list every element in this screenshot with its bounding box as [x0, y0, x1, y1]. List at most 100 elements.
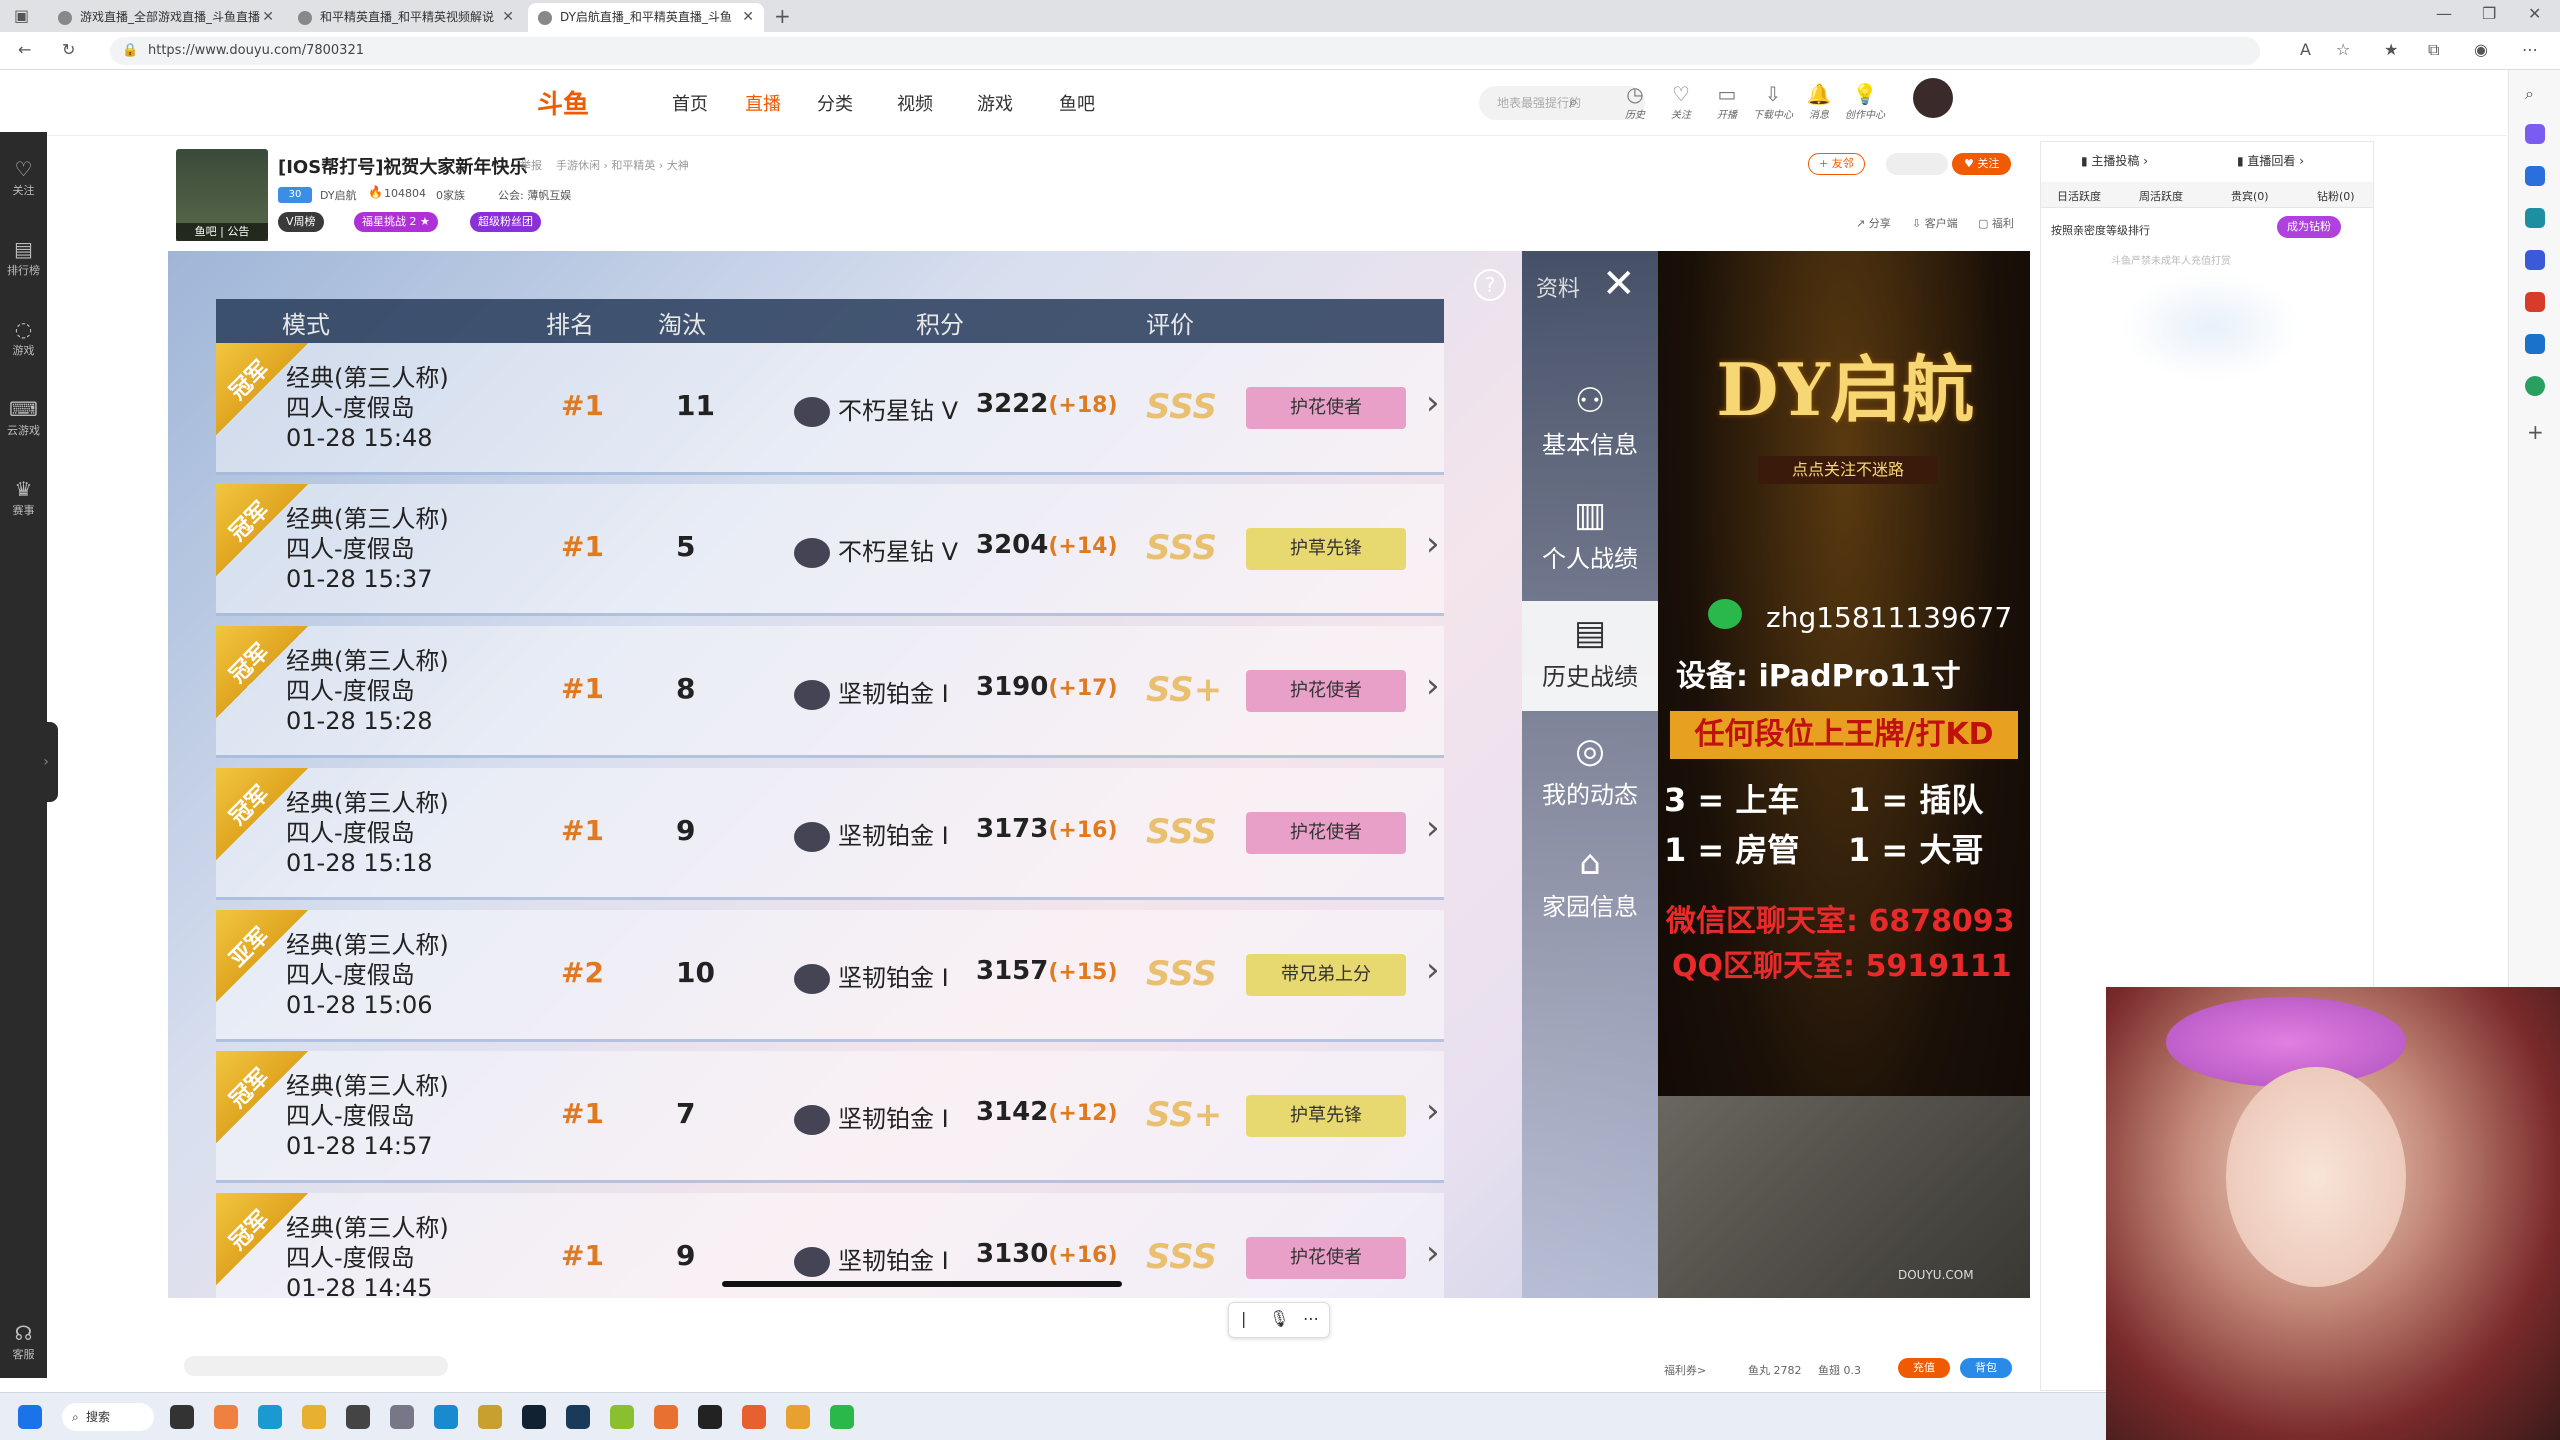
- nav-fishbar[interactable]: 鱼吧: [1059, 90, 1095, 116]
- app-icon[interactable]: [698, 1405, 722, 1429]
- close-tab-icon[interactable]: ✕: [502, 3, 514, 32]
- match-row[interactable]: 冠军 经典(第三人称) 四人-度假岛 01-28 15:28 #1 8 坚韧铂金 I 3190…: [216, 626, 1444, 758]
- thumb-label[interactable]: 公告: [227, 225, 249, 238]
- fan-club-tag[interactable]: 超级粉丝团: [470, 212, 541, 232]
- tab-vip[interactable]: 贵宾(0): [2231, 188, 2269, 204]
- start-icon[interactable]: [18, 1405, 42, 1429]
- messages-button[interactable]: 🔔 消息: [1799, 82, 1839, 121]
- app-icon[interactable]: [786, 1405, 810, 1429]
- friends-button[interactable]: + 友邻: [1808, 153, 1865, 175]
- side-history-active[interactable]: ▤ 历史战绩: [1522, 601, 1658, 711]
- refresh-icon[interactable]: ↻: [62, 40, 75, 59]
- close-tab-icon[interactable]: ✕: [742, 3, 754, 32]
- follow-button[interactable]: ♥ 关注: [1952, 153, 2012, 175]
- tab-diamond-fans[interactable]: 钻粉(0): [2317, 188, 2355, 204]
- rail-cloud-game[interactable]: ⌨ 云游戏: [0, 388, 47, 448]
- client-button[interactable]: ⇩ 客户端: [1912, 215, 1958, 231]
- url-input[interactable]: 🔒 https://www.douyu.com/7800321: [110, 37, 2260, 65]
- rail-support[interactable]: ☊ 客服: [0, 1312, 47, 1372]
- tree-icon[interactable]: [2525, 376, 2545, 396]
- benefit-link[interactable]: 福利券>: [1664, 1362, 1706, 1378]
- side-basic-info[interactable]: ⚇ 基本信息: [1522, 381, 1658, 460]
- maximize-icon[interactable]: ❐: [2482, 4, 2496, 23]
- rail-events[interactable]: ♛ 赛事: [0, 468, 47, 528]
- window-close-icon[interactable]: ✕: [2528, 4, 2541, 23]
- room-thumbnail[interactable]: 鱼吧 | 公告: [176, 149, 268, 241]
- creator-button[interactable]: 💡 创作中心: [1845, 82, 1885, 121]
- tab-actions-icon[interactable]: ▣: [14, 6, 29, 25]
- add-sidebar-icon[interactable]: +: [2527, 420, 2544, 444]
- app-icon[interactable]: [214, 1405, 238, 1429]
- nav-home[interactable]: 首页: [672, 90, 708, 116]
- streamer-posts-link[interactable]: ▮ 主播投稿 ›: [2081, 152, 2148, 169]
- download-button[interactable]: ⇩ 下载中心: [1753, 82, 1793, 121]
- new-tab-icon[interactable]: +: [774, 4, 791, 28]
- follow-header-button[interactable]: ♡ 关注: [1661, 82, 1701, 121]
- more-icon[interactable]: ⋯: [2522, 40, 2538, 59]
- chevron-right-icon[interactable]: ›: [1426, 1091, 1440, 1131]
- office-icon[interactable]: [2525, 292, 2545, 312]
- share-button[interactable]: ↗ 分享: [1856, 215, 1891, 231]
- match-row[interactable]: 冠军 经典(第三人称) 四人-度假岛 01-28 15:37 #1 5 不朽星钻 V 3204…: [216, 484, 1444, 616]
- challenge-tag[interactable]: 福星挑战 2 ★: [354, 212, 438, 232]
- chevron-right-icon[interactable]: ›: [1426, 950, 1440, 990]
- recharge-button[interactable]: 充值: [1898, 1358, 1950, 1378]
- rail-expand-handle[interactable]: ›: [34, 722, 58, 802]
- douyu-logo[interactable]: 斗鱼: [537, 84, 617, 124]
- browser-tab-active[interactable]: DY启航直播_和平精英直播_斗鱼 ✕: [528, 3, 764, 32]
- history-button[interactable]: ◷ 历史: [1615, 82, 1655, 121]
- rail-games[interactable]: ◌ 游戏: [0, 308, 47, 368]
- chevron-right-icon[interactable]: ›: [1426, 1233, 1440, 1273]
- tab-weekly[interactable]: 周活跃度: [2139, 188, 2183, 204]
- shopping-icon[interactable]: [2525, 166, 2545, 186]
- wechat-icon[interactable]: [830, 1405, 854, 1429]
- category-breadcrumb[interactable]: 手游休闲 › 和平精英 › 大神: [556, 157, 689, 173]
- browser-tab[interactable]: 游戏直播_全部游戏直播_斗鱼直播 ✕: [48, 3, 284, 32]
- task-view-icon[interactable]: [170, 1405, 194, 1429]
- nav-category[interactable]: 分类: [817, 90, 853, 116]
- profile-icon[interactable]: ◉: [2474, 40, 2488, 59]
- tab-daily[interactable]: 日活跃度: [2057, 188, 2101, 204]
- app-icon[interactable]: [434, 1405, 458, 1429]
- games-icon[interactable]: [2525, 250, 2545, 270]
- cursor-icon[interactable]: |: [1241, 1309, 1246, 1328]
- minimize-icon[interactable]: —: [2436, 4, 2452, 23]
- guild-label[interactable]: 公会: 薄帆互娱: [498, 187, 571, 203]
- video-player[interactable]: 模式 排名 淘汰 积分 评价 ? 冠军 经典(第三人称) 四人-度假岛 01-28 1…: [168, 251, 2030, 1298]
- side-personal-stats[interactable]: ▥ 个人战绩: [1522, 495, 1658, 574]
- settings-icon[interactable]: [390, 1405, 414, 1429]
- edge-icon[interactable]: [258, 1405, 282, 1429]
- nav-video[interactable]: 视频: [897, 90, 933, 116]
- app-icon[interactable]: [346, 1405, 370, 1429]
- search-icon[interactable]: ⌕: [2525, 84, 2534, 104]
- app-icon[interactable]: [522, 1405, 546, 1429]
- welfare-button[interactable]: ▢ 福利: [1978, 215, 2014, 231]
- app-icon[interactable]: [610, 1405, 634, 1429]
- side-my-activity[interactable]: ◎ 我的动态: [1522, 731, 1658, 810]
- more-icon[interactable]: ⋯: [1303, 1309, 1319, 1328]
- start-stream-button[interactable]: ▭ 开播: [1707, 82, 1747, 121]
- app-icon[interactable]: [654, 1405, 678, 1429]
- match-row[interactable]: 亚军 经典(第三人称) 四人-度假岛 01-28 15:06 #2 10 坚韧铂金 I 315…: [216, 910, 1444, 1042]
- rail-follow[interactable]: ♡ 关注: [0, 148, 47, 208]
- weekly-rank-tag[interactable]: V周榜: [278, 212, 324, 232]
- favorites-icon[interactable]: ★: [2384, 40, 2398, 59]
- back-icon[interactable]: ←: [18, 40, 31, 59]
- report-link[interactable]: 举报: [520, 157, 542, 173]
- close-panel-icon[interactable]: ✕: [1602, 261, 1636, 307]
- copilot-icon[interactable]: [2525, 124, 2545, 144]
- outlook-icon[interactable]: [2525, 334, 2545, 354]
- microphone-icon[interactable]: 🎙: [1269, 1309, 1289, 1328]
- add-favorite-icon[interactable]: ☆: [2336, 40, 2350, 59]
- app-icon[interactable]: [478, 1405, 502, 1429]
- help-icon[interactable]: ?: [1474, 269, 1506, 301]
- taskbar-search[interactable]: ⌕ 搜索: [62, 1403, 154, 1431]
- nav-live[interactable]: 直播: [745, 90, 781, 116]
- chevron-right-icon[interactable]: ›: [1426, 383, 1440, 423]
- streamer-name[interactable]: DY启航: [320, 187, 357, 203]
- become-fan-button[interactable]: 成为钻粉: [2277, 216, 2341, 238]
- rail-ranking[interactable]: ▤ 排行榜: [0, 228, 47, 288]
- chevron-right-icon[interactable]: ›: [1426, 524, 1440, 564]
- close-tab-icon[interactable]: ✕: [262, 3, 274, 32]
- side-home-info[interactable]: ⌂ 家园信息: [1522, 843, 1658, 922]
